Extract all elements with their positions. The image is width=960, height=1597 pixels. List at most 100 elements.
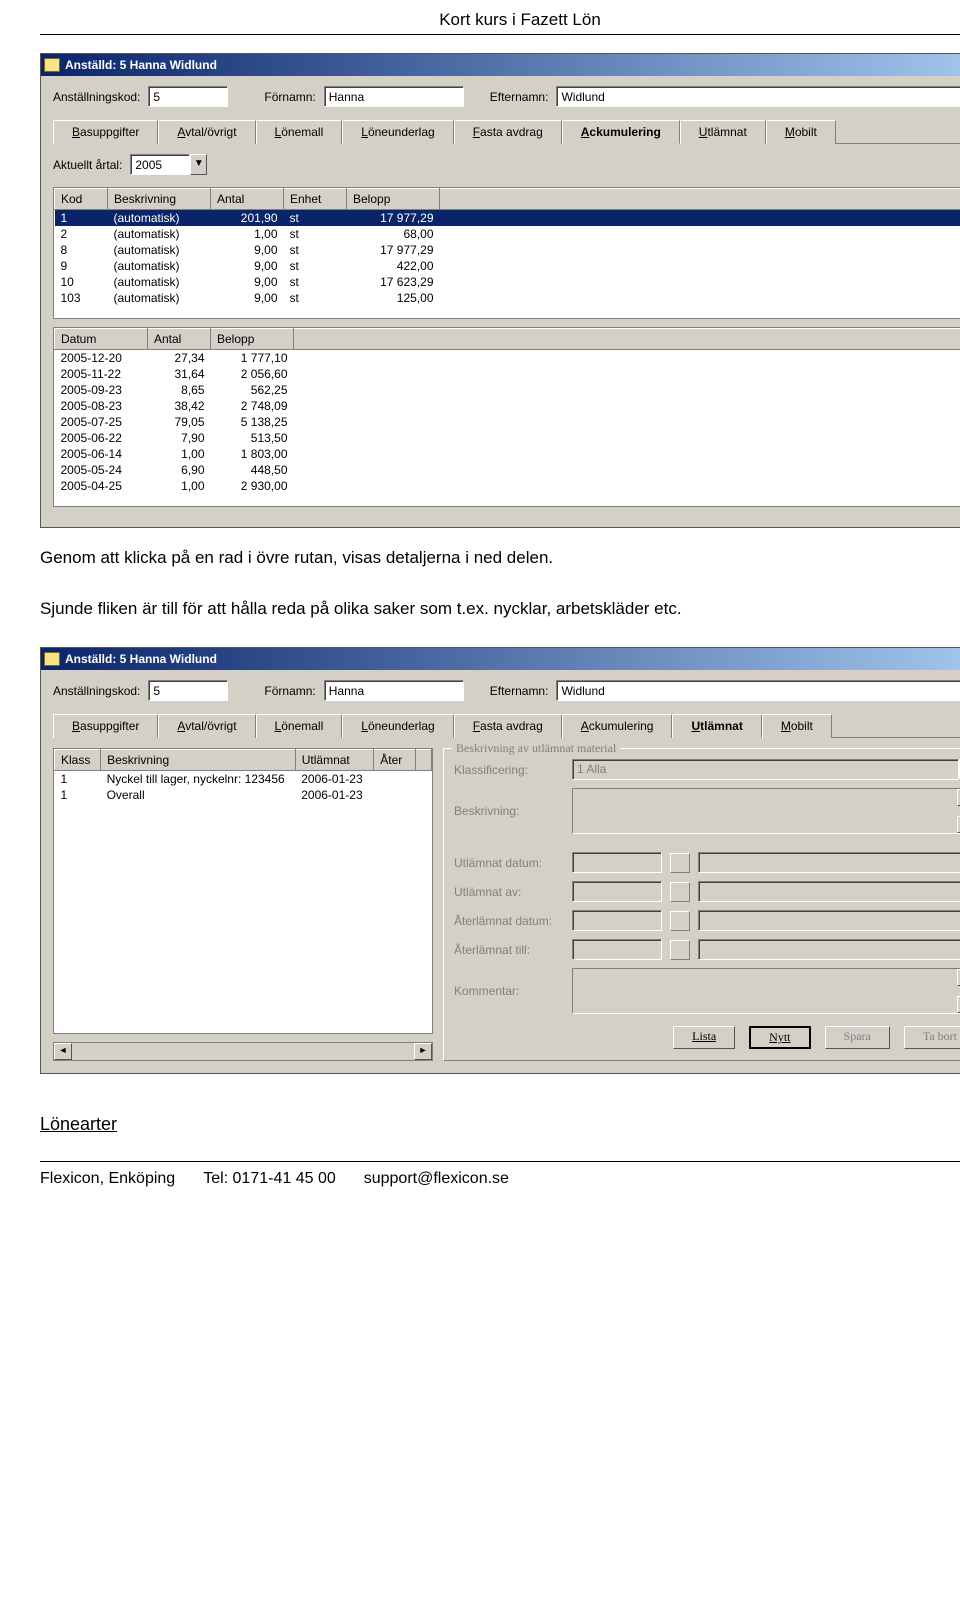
grid-utlamnat[interactable]: KlassBeskrivningUtlämnatÅter 1Nyckel til…: [53, 748, 433, 1034]
label-artal: Aktuellt årtal:: [53, 158, 122, 172]
tab-mobilt[interactable]: Mobilt: [766, 120, 836, 144]
horizontal-scrollbar[interactable]: ◄ ►: [53, 1042, 433, 1061]
beskrivning-field[interactable]: ▲ ▼: [572, 788, 960, 834]
table-row[interactable]: 2005-07-2579,055 138,25: [55, 414, 960, 430]
col-header[interactable]: Enhet: [284, 189, 347, 210]
tab-basuppgifter[interactable]: Basuppgifter: [53, 120, 158, 144]
tab-utlmnat[interactable]: Utlämnat: [672, 714, 761, 738]
tab-fastaavdrag[interactable]: Fasta avdrag: [454, 120, 562, 144]
grid-summary[interactable]: KodBeskrivningAntalEnhetBelopp 1(automat…: [53, 187, 960, 319]
footer-company: Flexicon, Enköping: [40, 1170, 175, 1188]
utlamnat-datum-extra[interactable]: [698, 852, 960, 873]
window-title: Anställd: 5 Hanna Widlund: [65, 54, 960, 76]
table-row[interactable]: 103(automatisk)9,00st125,00: [55, 290, 960, 306]
tab-ackumulering[interactable]: Ackumulering: [562, 714, 673, 738]
table-row[interactable]: 2005-08-2338,422 748,09: [55, 398, 960, 414]
label-anstallningskod: Anställningskod:: [53, 684, 140, 698]
table-row[interactable]: 2005-11-2231,642 056,60: [55, 366, 960, 382]
col-header[interactable]: Utlämnat: [295, 750, 374, 771]
aterlamnat-datum-extra[interactable]: [698, 910, 960, 931]
utlamnat-av-field[interactable]: [572, 881, 662, 902]
app-icon: [44, 652, 60, 666]
col-header[interactable]: Klass: [55, 750, 101, 771]
artal-combo[interactable]: ▼: [130, 154, 207, 175]
table-row[interactable]: 2005-12-2027,341 777,10: [55, 350, 960, 367]
table-row[interactable]: 1Overall2006-01-23: [55, 787, 432, 803]
para1: Genom att klicka på en rad i övre rutan,…: [40, 546, 960, 571]
aterlamnat-till-extra[interactable]: [698, 939, 960, 960]
tabs: BasuppgifterAvtal/övrigtLönemallLöneunde…: [53, 713, 960, 738]
scroll-left-icon[interactable]: ◄: [54, 1043, 72, 1060]
scroll-right-icon[interactable]: ►: [414, 1043, 432, 1060]
lista-button[interactable]: Lista: [673, 1026, 735, 1049]
col-header[interactable]: Antal: [211, 189, 284, 210]
tab-lneunderlag[interactable]: Löneunderlag: [342, 120, 453, 144]
col-header[interactable]: Kod: [55, 189, 108, 210]
lookup-icon[interactable]: [670, 940, 690, 960]
tab-utlmnat[interactable]: Utlämnat: [680, 120, 766, 144]
table-row[interactable]: 2(automatisk)1,00st68,00: [55, 226, 960, 242]
col-header[interactable]: Belopp: [211, 329, 294, 350]
calendar-icon[interactable]: [670, 853, 690, 873]
utlamnat-av-extra[interactable]: [698, 881, 960, 902]
group-title: Beskrivning av utlämnat material: [452, 741, 620, 756]
col-header[interactable]: Datum: [55, 329, 148, 350]
tab-avtalvrigt[interactable]: Avtal/övrigt: [158, 714, 255, 738]
tab-basuppgifter[interactable]: Basuppgifter: [53, 714, 158, 738]
aterlamnat-datum-field[interactable]: [572, 910, 662, 931]
label-efternamn: Efternamn:: [490, 684, 549, 698]
grid-detail[interactable]: DatumAntalBelopp 2005-12-2027,341 777,10…: [53, 327, 960, 507]
table-row[interactable]: 2005-06-141,001 803,00: [55, 446, 960, 462]
table-row[interactable]: 9(automatisk)9,00st422,00: [55, 258, 960, 274]
table-row[interactable]: 2005-06-227,90513,50: [55, 430, 960, 446]
tab-lnemall[interactable]: Lönemall: [256, 120, 343, 144]
table-row[interactable]: 8(automatisk)9,00st17 977,29: [55, 242, 960, 258]
col-header[interactable]: Beskrivning: [108, 189, 211, 210]
table-row[interactable]: 2005-09-238,65562,25: [55, 382, 960, 398]
klassificering-field: 1 Alla: [572, 759, 959, 780]
utlamnat-datum-field[interactable]: [572, 852, 662, 873]
tab-ackumulering[interactable]: Ackumulering: [562, 120, 680, 144]
label-anstallningskod: Anställningskod:: [53, 90, 140, 104]
table-row[interactable]: 10(automatisk)9,00st17 623,29: [55, 274, 960, 290]
efternamn-field[interactable]: [556, 680, 960, 701]
divider: [40, 34, 960, 35]
chevron-down-icon[interactable]: ▼: [190, 154, 207, 175]
table-row[interactable]: 1Nyckel till lager, nyckelnr: 1234562006…: [55, 771, 432, 788]
tab-fastaavdrag[interactable]: Fasta avdrag: [454, 714, 562, 738]
table-row[interactable]: 2005-04-251,002 930,00: [55, 478, 960, 494]
col-header[interactable]: Antal: [148, 329, 211, 350]
anstallningskod-field[interactable]: [148, 86, 228, 107]
tab-lneunderlag[interactable]: Löneunderlag: [342, 714, 453, 738]
label-fornamn: Förnamn:: [264, 90, 315, 104]
klassificering-combo[interactable]: 1 Alla ▼: [572, 759, 960, 780]
label-utlamnat-av: Utlämnat av:: [454, 885, 564, 899]
detail-panel: Beskrivning av utlämnat material Klassif…: [443, 748, 960, 1061]
label-aterlamnat-datum: Återlämnat datum:: [454, 914, 564, 928]
label-kommentar: Kommentar:: [454, 984, 564, 998]
lookup-icon[interactable]: [670, 882, 690, 902]
aterlamnat-till-field[interactable]: [572, 939, 662, 960]
anstallningskod-field[interactable]: [148, 680, 228, 701]
tab-mobilt[interactable]: Mobilt: [762, 714, 832, 738]
tabort-button[interactable]: Ta bort: [904, 1026, 960, 1049]
artal-field[interactable]: [130, 154, 190, 175]
col-header[interactable]: Belopp: [347, 189, 440, 210]
table-row[interactable]: 2005-05-246,90448,50: [55, 462, 960, 478]
spara-button[interactable]: Spara: [825, 1026, 890, 1049]
label-fornamn: Förnamn:: [264, 684, 315, 698]
titlebar[interactable]: Anställd: 5 Hanna Widlund ×: [41, 54, 960, 76]
fornamn-field[interactable]: [324, 680, 464, 701]
tab-lnemall[interactable]: Lönemall: [256, 714, 343, 738]
tab-avtalvrigt[interactable]: Avtal/övrigt: [158, 120, 255, 144]
footer: Flexicon, Enköping Tel: 0171-41 45 00 su…: [40, 1170, 960, 1188]
calendar-icon[interactable]: [670, 911, 690, 931]
col-header[interactable]: Åter: [374, 750, 415, 771]
fornamn-field[interactable]: [324, 86, 464, 107]
kommentar-field[interactable]: ▲ ▼: [572, 968, 960, 1014]
table-row[interactable]: 1(automatisk)201,90st17 977,29: [55, 210, 960, 227]
nytt-button[interactable]: Nytt: [749, 1026, 810, 1049]
efternamn-field[interactable]: [556, 86, 960, 107]
col-header[interactable]: Beskrivning: [101, 750, 296, 771]
titlebar[interactable]: Anställd: 5 Hanna Widlund ×: [41, 648, 960, 670]
